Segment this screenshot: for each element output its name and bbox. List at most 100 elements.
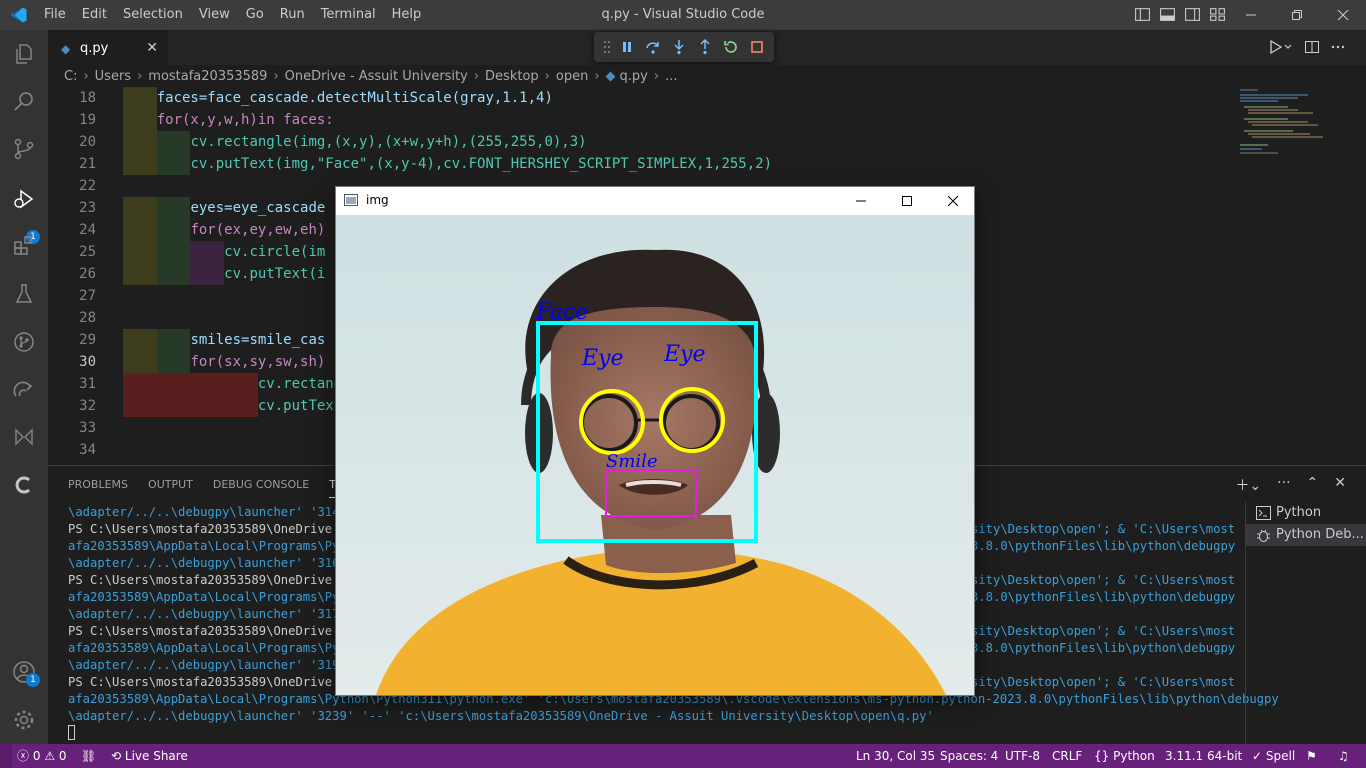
source-control-icon[interactable] (12, 137, 36, 161)
language-status[interactable]: {} Python (1094, 744, 1155, 768)
notifications-bell-icon[interactable]: ♫ (1338, 744, 1349, 768)
cv-close-button[interactable] (930, 189, 976, 213)
terminal-line: \adapter/../..\debugpy\launcher' '3239' … (68, 709, 934, 723)
breadcrumb-item[interactable]: C: (64, 69, 77, 84)
code-line[interactable]: 19 for(x,y,w,h)in faces: (48, 109, 1230, 131)
breadcrumb-item[interactable]: mostafa20353589 (148, 69, 267, 84)
pause-button[interactable] (614, 36, 640, 58)
title-bar: File Edit Selection View Go Run Terminal… (0, 0, 1366, 30)
settings-gear-icon[interactable] (12, 708, 36, 732)
tab-output[interactable]: OUTPUT (148, 478, 193, 498)
indent-guide (156, 395, 191, 417)
codeium-icon[interactable] (12, 473, 36, 497)
encoding-status[interactable]: UTF-8 (1005, 744, 1040, 768)
cv-window-title-bar[interactable]: img (336, 187, 974, 215)
minimize-icon (856, 200, 866, 202)
remote-explorer-icon[interactable] (12, 378, 36, 402)
stop-icon (751, 41, 763, 53)
cv-minimize-button[interactable] (838, 189, 884, 213)
tab-close-button[interactable]: ✕ (146, 40, 158, 56)
menu-file[interactable]: File (36, 0, 74, 30)
split-editor-icon[interactable] (1304, 39, 1320, 55)
line-number: 19 (79, 112, 96, 128)
step-over-button[interactable] (640, 36, 666, 58)
toggle-sidebar-icon[interactable] (1134, 6, 1151, 23)
tab-q-py[interactable]: ◆ q.py ✕ (48, 30, 168, 65)
search-icon[interactable] (12, 90, 36, 114)
live-share-status[interactable]: ⟲ Live Share (111, 744, 188, 768)
menu-selection[interactable]: Selection (115, 0, 191, 30)
code-line[interactable]: 18 faces=face_cascade.detectMultiScale(gr… (48, 87, 1230, 109)
menu-edit[interactable]: Edit (74, 0, 115, 30)
toggle-panel-icon[interactable] (1159, 6, 1176, 23)
tab-debug-console[interactable]: DEBUG CONSOLE (213, 478, 309, 498)
interpreter-status[interactable]: 3.11.1 64-bit (1165, 744, 1242, 768)
menu-view[interactable]: View (191, 0, 238, 30)
code-line[interactable]: 20 cv.rectangle(img,(x,y),(x+w,y+h),(255,… (48, 131, 1230, 153)
close-panel-button[interactable]: ✕ (1334, 475, 1346, 495)
spell-status[interactable]: ✓ Spell (1252, 744, 1295, 768)
code-text: cv.putText (257, 398, 343, 414)
menu-terminal[interactable]: Terminal (313, 0, 384, 30)
debug-config-icon[interactable]: ⛓ (81, 744, 96, 768)
indent-guide (224, 395, 258, 417)
code-text: eyes=eye_cascade (190, 200, 326, 216)
more-actions-icon[interactable] (1330, 39, 1346, 55)
extensions-icon[interactable] (12, 234, 36, 258)
feedback-icon[interactable]: ⚑ (1306, 744, 1317, 768)
close-window-button[interactable] (1320, 0, 1366, 30)
live-share-icon[interactable] (12, 425, 36, 449)
terminal-line-tail: 3.8.0\pythonFiles\lib\python\debugpy (971, 590, 1236, 604)
opencv-image-window[interactable]: img Face Eye Eye Smile (335, 186, 975, 696)
more-actions-icon[interactable]: ··· (1277, 475, 1290, 495)
minimize-button[interactable] (1228, 0, 1274, 30)
cursor-position[interactable]: Ln 30, Col 35 (856, 744, 935, 768)
toggle-secondary-sidebar-icon[interactable] (1184, 6, 1201, 23)
breadcrumb-item[interactable]: open (556, 69, 588, 84)
git-graph-icon[interactable] (12, 330, 36, 354)
restore-button[interactable] (1274, 0, 1320, 30)
stop-button[interactable] (744, 36, 770, 58)
terminal-item-label: Python (1276, 505, 1322, 520)
terminal-line-tail: 3.8.0\pythonFiles\lib\python\debugpy (971, 641, 1236, 655)
eol-status[interactable]: CRLF (1052, 744, 1082, 768)
terminal-item-python[interactable]: Python (1246, 502, 1366, 524)
vscode-window: File Edit Selection View Go Run Terminal… (0, 0, 1366, 768)
indentation-status[interactable]: Spaces: 4 (940, 744, 998, 768)
indent-guide (123, 395, 157, 417)
step-out-button[interactable] (692, 36, 718, 58)
breadcrumb-item[interactable]: Users (95, 69, 131, 84)
testing-icon[interactable] (12, 282, 36, 306)
terminal-icon (1256, 506, 1271, 520)
tab-problems[interactable]: PROBLEMS (68, 478, 128, 498)
menu-run[interactable]: Run (272, 0, 313, 30)
step-into-button[interactable] (666, 36, 692, 58)
breadcrumb-item[interactable]: OneDrive - Assuit University (285, 69, 468, 84)
menu-go[interactable]: Go (238, 0, 272, 30)
run-debug-icon[interactable] (12, 187, 36, 211)
terminal-list: Python Python Deb... (1246, 502, 1366, 546)
customize-layout-icon[interactable] (1209, 6, 1226, 23)
menu-help[interactable]: Help (384, 0, 430, 30)
new-terminal-button[interactable]: ＋⌄ (1235, 475, 1261, 495)
breadcrumb-item[interactable]: ... (665, 69, 677, 84)
indent-guide (156, 373, 191, 395)
indent-guide (190, 395, 225, 417)
minimap[interactable] (1238, 87, 1338, 167)
maximize-panel-icon[interactable]: ⌃ (1307, 475, 1319, 495)
breadcrumb-item[interactable]: q.py (620, 69, 648, 84)
terminal-line-tail: 3.8.0\pythonFiles\lib\python\debugpy (971, 539, 1236, 553)
drag-handle-icon[interactable] (600, 36, 614, 58)
code-line[interactable]: 21 cv.putText(img,"Face",(x,y-4),cv.FONT_… (48, 153, 1230, 175)
problems-status[interactable]: ⓧ 0 ⚠ 0 (17, 744, 67, 768)
restart-button[interactable] (718, 36, 744, 58)
remote-indicator[interactable] (0, 744, 12, 768)
editor-scrollbar[interactable] (1354, 87, 1366, 465)
run-python-file-icon[interactable] (1268, 39, 1294, 55)
cv-maximize-button[interactable] (884, 189, 930, 213)
terminal-item-python-debug[interactable]: Python Deb... (1246, 524, 1366, 546)
spell-label: Spell (1265, 749, 1296, 763)
explorer-icon[interactable] (12, 42, 36, 66)
indent-guide (123, 153, 157, 175)
breadcrumb-item[interactable]: Desktop (485, 69, 539, 84)
